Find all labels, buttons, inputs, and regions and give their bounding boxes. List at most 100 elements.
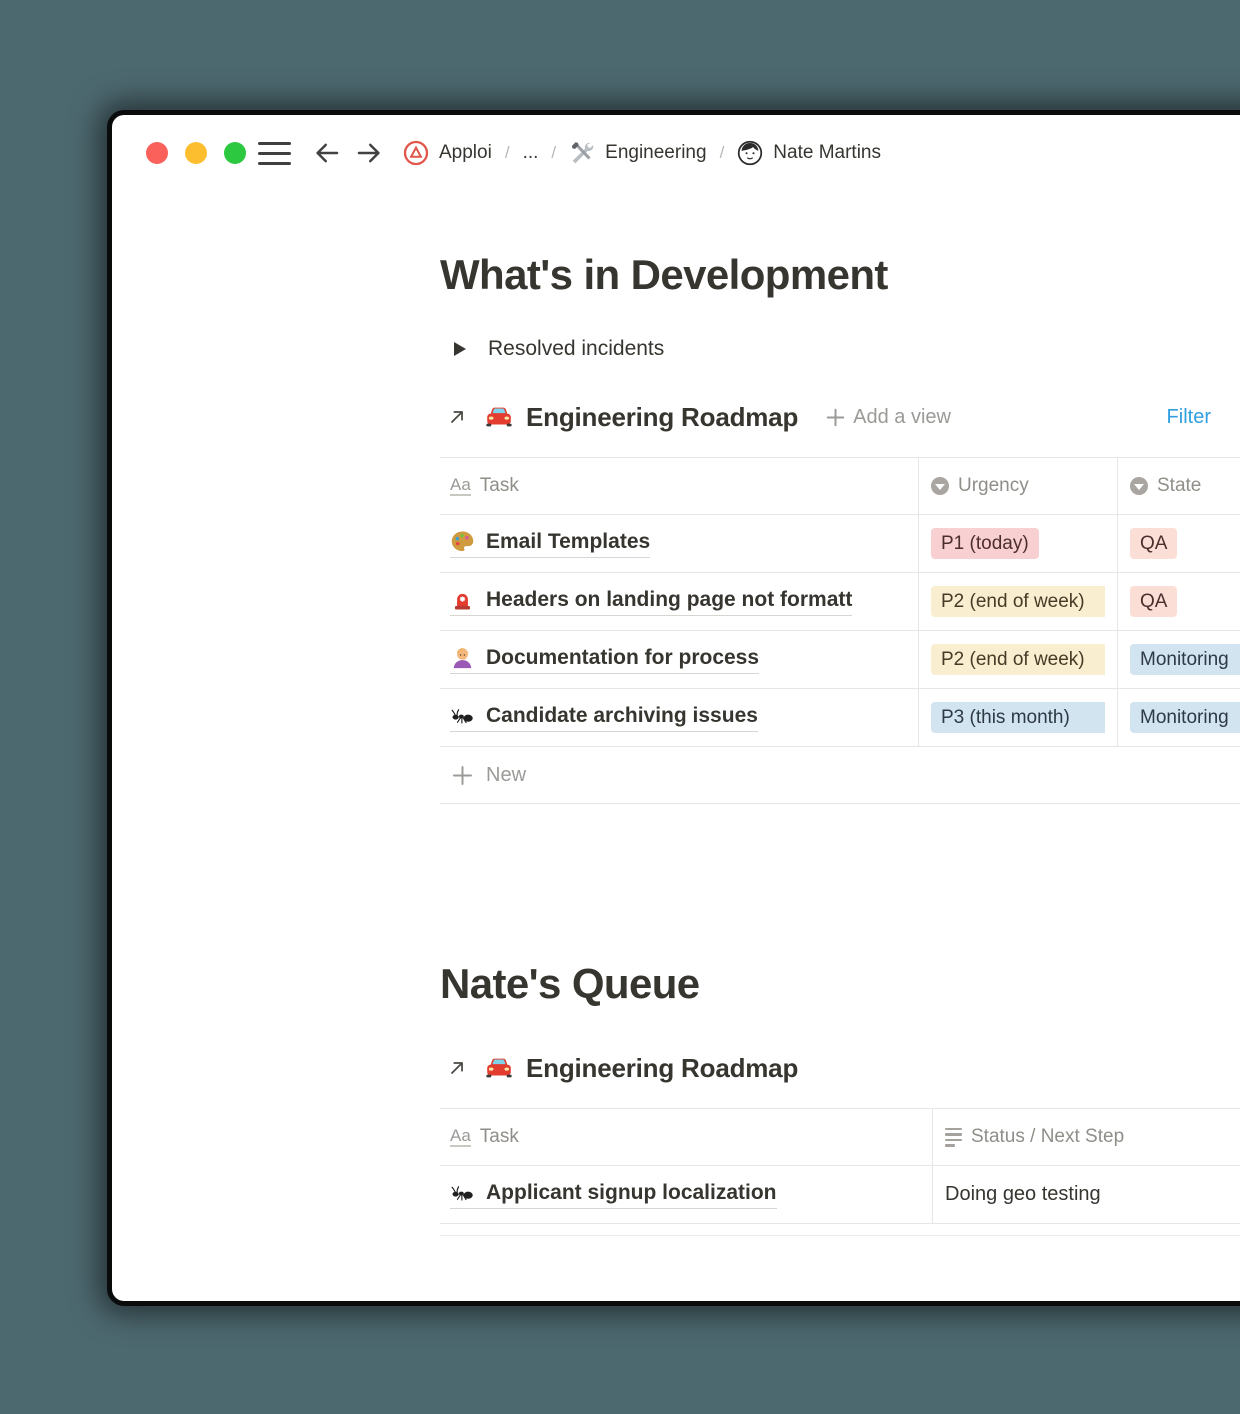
urgency-tag: P1 (today)	[931, 528, 1039, 559]
breadcrumb-separator: /	[504, 143, 510, 162]
task-title: Applicant signup localization	[486, 1180, 777, 1204]
task-cell: Candidate archiving issues	[440, 689, 918, 746]
task-title: Candidate archiving issues	[486, 703, 758, 727]
urgency-tag: P3 (this month)	[931, 702, 1105, 733]
column-header-state-label: State	[1157, 475, 1202, 496]
police-light-icon	[455, 593, 470, 610]
title-property-icon: Aa	[450, 1126, 471, 1148]
page-title: What's in Development	[440, 251, 888, 298]
task-page-link[interactable]: Candidate archiving issues	[450, 703, 758, 732]
partial-next-row	[440, 1224, 1240, 1236]
oncoming-car-icon	[486, 1058, 512, 1078]
breadcrumb-user[interactable]: Nate Martins	[737, 140, 881, 166]
select-property-icon	[1130, 477, 1148, 495]
back-button[interactable]	[311, 137, 343, 169]
column-header-state[interactable]: State	[1117, 458, 1240, 514]
arrow-right-icon	[357, 143, 380, 163]
plus-icon	[452, 765, 473, 785]
database-title[interactable]: Engineering Roadmap	[526, 1053, 798, 1084]
facepalm-icon	[453, 648, 472, 669]
task-page-link[interactable]: Documentation for process	[450, 645, 760, 674]
notion-window: Apploi / ... / Engineering / Nate Martin…	[112, 115, 1240, 1301]
task-page-link[interactable]: Email Templates	[450, 529, 651, 558]
column-header-task-label: Task	[479, 475, 519, 496]
breadcrumb-ellipsis[interactable]: ...	[523, 142, 539, 164]
column-header-task[interactable]: Aa Task	[440, 458, 918, 514]
table-row: Documentation for process P2 (end of wee…	[440, 631, 1240, 689]
column-header-task-label: Task	[479, 1126, 519, 1147]
avatar-face-icon	[738, 140, 763, 166]
task-title: Headers on landing page not formatt	[486, 587, 853, 611]
toggle-triangle-icon	[454, 342, 466, 356]
status-value: Doing geo testing	[945, 1183, 1101, 1205]
breadcrumb-workspace[interactable]: Apploi	[403, 140, 492, 166]
hammer-wrench-icon	[571, 142, 594, 164]
new-row-label: New	[486, 763, 527, 786]
breadcrumb-separator: /	[551, 143, 557, 162]
urgency-cell[interactable]: P1 (today)	[918, 515, 1117, 572]
database-toolbar: Engineering Roadmap	[440, 1048, 1240, 1088]
state-cell[interactable]: QA	[1117, 515, 1240, 572]
arrow-left-icon	[316, 143, 339, 163]
close-window-button[interactable]	[146, 142, 168, 164]
database-toolbar: Engineering Roadmap Add a view Filter	[440, 397, 1211, 437]
breadcrumb-workspace-label: Apploi	[439, 142, 492, 163]
plus-icon	[826, 408, 845, 426]
urgency-cell[interactable]: P2 (end of week)	[918, 573, 1117, 630]
filter-button[interactable]: Filter	[1167, 406, 1211, 429]
add-view-button[interactable]: Add a view	[826, 406, 951, 429]
column-header-urgency[interactable]: Urgency	[918, 458, 1117, 514]
urgency-cell[interactable]: P3 (this month)	[918, 689, 1117, 746]
minimize-window-button[interactable]	[185, 142, 207, 164]
column-header-status[interactable]: Status / Next Step	[932, 1109, 1240, 1165]
state-tag: Monitoring	[1130, 702, 1240, 733]
column-header-urgency-label: Urgency	[958, 475, 1029, 496]
breadcrumb-separator: /	[719, 143, 725, 162]
table-row: Email Templates P1 (today) QA	[440, 515, 1240, 573]
table-row: Candidate archiving issues P3 (this mont…	[440, 689, 1240, 747]
column-header-task[interactable]: Aa Task	[440, 1109, 932, 1165]
zoom-window-button[interactable]	[224, 142, 246, 164]
open-link-arrow-icon[interactable]	[446, 406, 468, 428]
task-cell: Email Templates	[440, 515, 918, 572]
urgency-tag: P2 (end of week)	[931, 586, 1105, 617]
urgency-cell[interactable]: P2 (end of week)	[918, 631, 1117, 688]
table-row: Headers on landing page not formatt P2 (…	[440, 573, 1240, 631]
column-header-status-label: Status / Next Step	[971, 1126, 1125, 1147]
apploi-logo-icon	[403, 140, 429, 166]
titlebar: Apploi / ... / Engineering / Nate Martin…	[112, 115, 1240, 191]
new-row-button[interactable]: New	[440, 747, 1240, 804]
toggle-label: Resolved incidents	[488, 337, 665, 360]
sidebar-menu-icon[interactable]	[258, 141, 291, 165]
database-title[interactable]: Engineering Roadmap	[526, 402, 798, 433]
traffic-lights	[146, 142, 246, 164]
state-cell[interactable]: QA	[1117, 573, 1240, 630]
open-link-arrow-icon[interactable]	[446, 1057, 468, 1079]
table-header-row: Aa Task Urgency State	[440, 458, 1240, 515]
urgency-tag: P2 (end of week)	[931, 644, 1105, 675]
state-tag: QA	[1130, 586, 1178, 617]
roadmap-table: Aa Task Urgency State Email Templates P1…	[440, 457, 1240, 804]
status-cell[interactable]: Doing geo testing	[932, 1166, 1240, 1223]
state-cell[interactable]: Monitoring	[1117, 631, 1240, 688]
task-page-link[interactable]: Headers on landing page not formatt	[450, 587, 853, 616]
task-cell: Applicant signup localization	[440, 1166, 932, 1223]
state-cell[interactable]: Monitoring	[1117, 689, 1240, 746]
breadcrumb-engineering[interactable]: Engineering	[569, 140, 707, 166]
select-property-icon	[931, 477, 949, 495]
table-row: Applicant signup localization Doing geo …	[440, 1166, 1240, 1224]
task-page-link[interactable]: Applicant signup localization	[450, 1180, 777, 1209]
task-cell: Headers on landing page not formatt	[440, 573, 918, 630]
forward-button[interactable]	[353, 137, 385, 169]
resolved-incidents-toggle[interactable]: Resolved incidents	[440, 335, 1240, 363]
state-tag: Monitoring	[1130, 644, 1240, 675]
ant-icon	[451, 709, 473, 724]
table-header-row: Aa Task Status / Next Step	[440, 1109, 1240, 1166]
task-cell: Documentation for process	[440, 631, 918, 688]
section-title-nates-queue: Nate's Queue	[440, 960, 700, 1007]
task-title: Email Templates	[486, 529, 651, 553]
state-tag: QA	[1130, 528, 1178, 559]
title-property-icon: Aa	[450, 475, 471, 497]
queue-table: Aa Task Status / Next Step Applicant sig…	[440, 1108, 1240, 1236]
ant-icon	[451, 1186, 473, 1201]
